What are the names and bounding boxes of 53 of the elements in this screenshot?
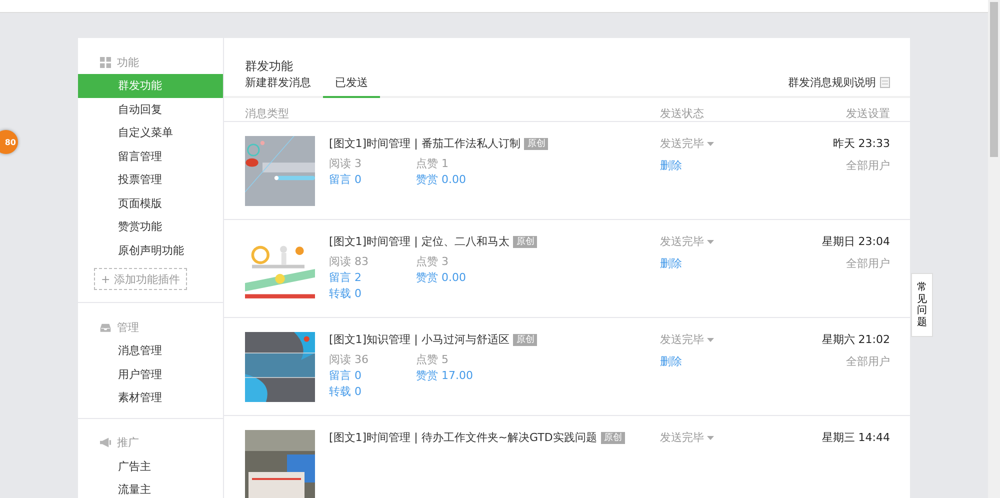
sidebar-item[interactable]: 自定义菜单	[78, 121, 223, 144]
message-title[interactable]: [图文1]知识管理 | 小马过河与舒适区	[329, 332, 510, 348]
caret-icon	[707, 436, 714, 440]
sidebar-item[interactable]: 消息管理	[78, 339, 223, 362]
message-title[interactable]: [图文1]时间管理 | 定位、二八和马太	[329, 234, 510, 250]
original-tag: 原创	[513, 334, 538, 346]
sidebar-item[interactable]: 流量主	[78, 478, 223, 498]
section-title: 推广	[117, 435, 139, 450]
caret-icon	[707, 142, 714, 146]
message-title[interactable]: [图文1]时间管理 | 番茄工作法私人订制	[329, 136, 520, 152]
audience-text: 全部用户	[846, 158, 890, 173]
original-tag: 原创	[600, 432, 625, 444]
send-time: 星期三 14:44	[822, 430, 890, 446]
audience-text: 全部用户	[846, 354, 890, 369]
sidebar-item[interactable]: 页面模版	[78, 192, 223, 215]
scrollbar-thumb[interactable]	[990, 2, 998, 157]
column-header: 消息类型	[245, 106, 290, 121]
audience-text: 全部用户	[846, 256, 890, 271]
tab[interactable]: 新建群发消息	[245, 75, 323, 98]
page-title: 群发功能	[244, 58, 294, 75]
megaphone-icon	[100, 437, 111, 448]
inbox-icon	[100, 322, 111, 332]
section-title: 功能	[117, 54, 139, 70]
original-tag: 原创	[513, 236, 538, 248]
column-header: 发送设置	[845, 106, 890, 121]
rules-link[interactable]: 群发消息规则说明	[788, 75, 876, 90]
stat-count: 点赞 5	[416, 352, 450, 368]
grid-icon	[100, 56, 111, 68]
caret-icon	[707, 338, 714, 342]
sidebar-item[interactable]: 广告主	[78, 454, 223, 478]
sidebar-item[interactable]: 投票管理	[78, 168, 223, 192]
section-title: 管理	[117, 320, 139, 334]
sidebar-item[interactable]: 原创声明功能	[78, 238, 223, 262]
sidebar-item[interactable]: 留言管理	[78, 144, 223, 168]
send-time: 星期日 23:04	[822, 234, 890, 250]
document-icon	[880, 77, 890, 88]
stat-count: 阅读 83	[329, 254, 370, 270]
stat-count: 阅读 36	[329, 352, 370, 368]
message-title[interactable]: [图文1]时间管理 | 待办工作文件夹~解决GTD实践问题	[329, 430, 597, 446]
send-time: 星期六 21:02	[822, 332, 890, 348]
sidebar-item[interactable]: 赞赏功能	[78, 215, 223, 238]
sidebar-item[interactable]: 用户管理	[78, 362, 223, 386]
stat-count: 点赞 1	[416, 156, 450, 172]
sidebar-item[interactable]: 素材管理	[78, 386, 223, 410]
faq-tab[interactable]: 常见问题	[911, 273, 933, 337]
tab[interactable]: 已发送	[323, 75, 380, 98]
original-tag: 原创	[524, 138, 548, 150]
caret-icon	[707, 240, 714, 244]
stat-count: 阅读 3	[329, 156, 362, 172]
sidebar-item[interactable]: 自动回复	[78, 98, 223, 121]
stat-count: 点赞 3	[416, 254, 450, 270]
column-header: 发送状态	[660, 106, 705, 121]
send-time: 昨天 23:33	[832, 136, 890, 152]
